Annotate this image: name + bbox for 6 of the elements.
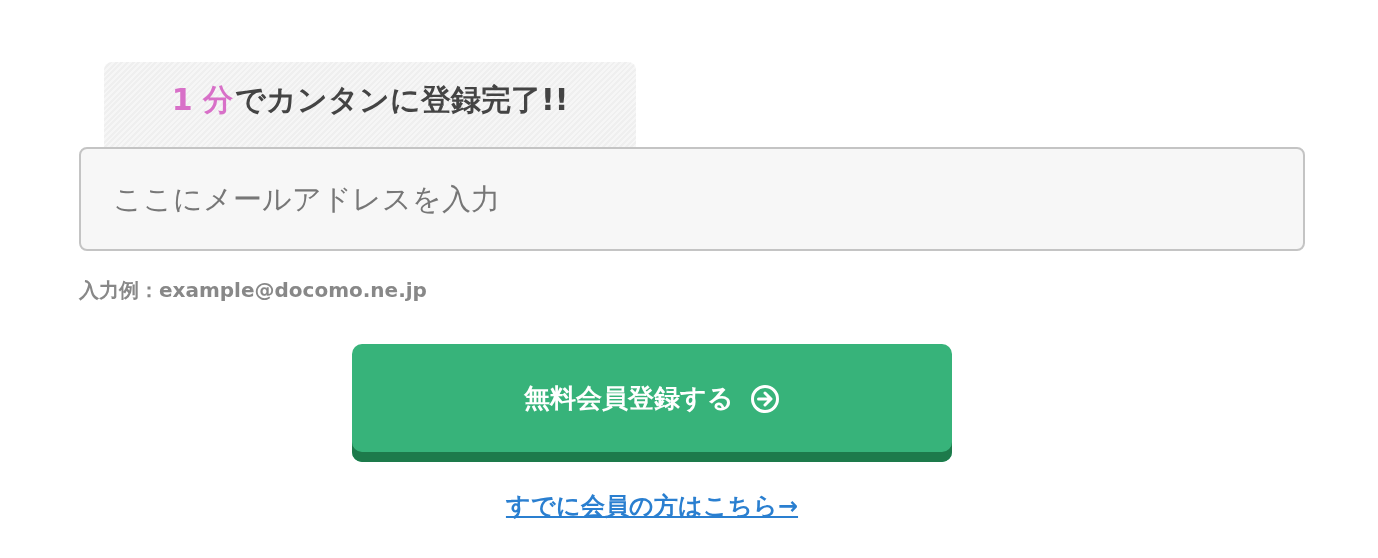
member-login-link[interactable]: すでに会員の方はこちら→ (505, 490, 799, 522)
input-example-text: 入力例：example@docomo.ne.jp (79, 277, 428, 304)
register-button[interactable]: 無料会員登録する (352, 344, 952, 462)
arrow-circle-icon (750, 383, 780, 414)
banner-text: 1 分でカンタンに登録完了!! (104, 62, 636, 147)
email-field[interactable]: ここにメールアドレスを入力 (79, 147, 1305, 251)
